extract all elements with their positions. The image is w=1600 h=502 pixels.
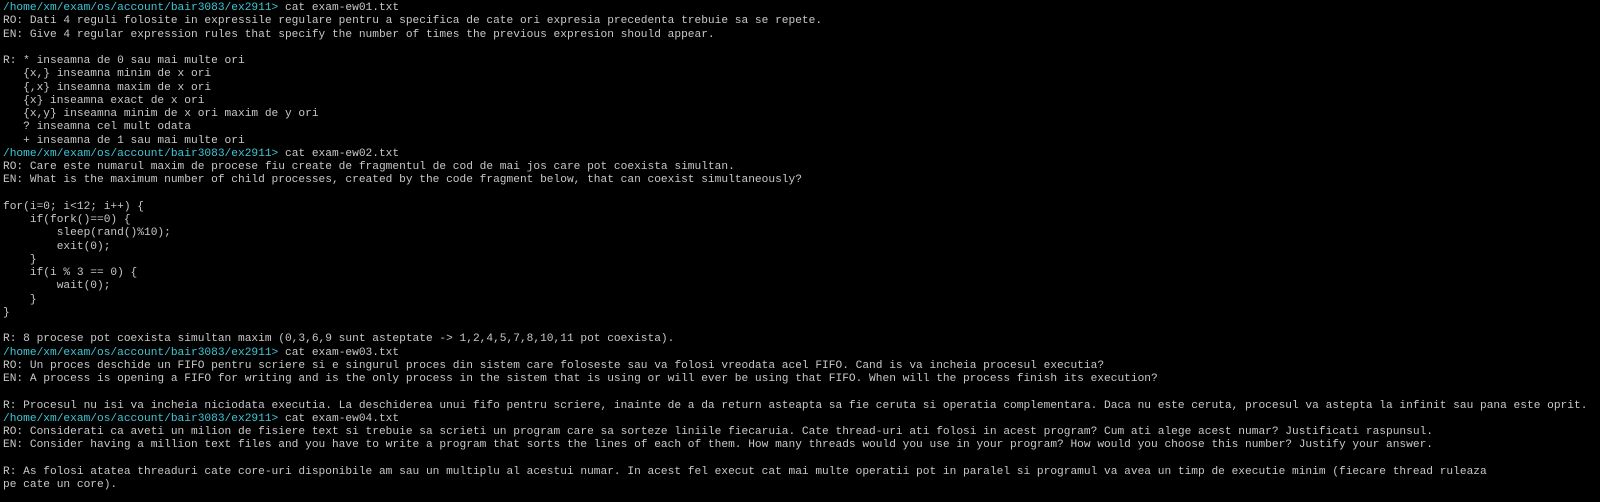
command-text: cat exam-ew04.txt	[278, 412, 400, 425]
output-line: sleep(rand()%10);	[3, 227, 171, 240]
output-line: {x} inseamna exact de x ori	[3, 94, 205, 107]
command-line: /home/xm/exam/os/account/bair3083/ex2911…	[3, 2, 1600, 15]
output-line: pe cate un core).	[3, 479, 118, 491]
output-line: if(i % 3 == 0) {	[3, 267, 138, 279]
output-line: RO: Care este numarul maxim de procese f…	[3, 161, 735, 173]
output-line: EN: What is the maximum number of child …	[3, 174, 802, 187]
output-line: RO: Dati 4 reguli folosite in expressile…	[3, 15, 823, 28]
output-line: R: Procesul nu isi va incheia niciodata …	[3, 399, 1588, 412]
output-line: }	[3, 293, 37, 306]
output-line: wait(0);	[3, 280, 111, 293]
command-text: cat exam-ew01.txt	[278, 2, 400, 14]
shell-prompt: /home/xm/exam/os/account/bair3083/ex2911…	[3, 2, 279, 14]
command-line: /home/xm/exam/os/account/bair3083/ex2911…	[3, 413, 1600, 426]
output-line: R: * inseamna de 0 sau mai multe ori	[3, 55, 245, 67]
output-line: ? inseamna cel mult odata	[3, 121, 191, 134]
output-line: R: 8 procese pot coexista simultan maxim…	[3, 333, 675, 346]
output-line: + inseamna de 1 sau mai multe ori	[3, 134, 245, 147]
command-text: cat exam-ew03.txt	[278, 346, 400, 359]
output-line: {x,y} inseamna minim de x ori maxim de y…	[3, 108, 319, 120]
output-line: {,x} inseamna maxim de x ori	[3, 81, 212, 94]
output-line: EN: Give 4 regular expression rules that…	[3, 28, 715, 41]
output-line: for(i=0; i<12; i++) {	[3, 200, 144, 213]
output-line: }	[3, 306, 10, 319]
output-line: RO: Considerati ca aveti un milion de fi…	[3, 426, 1433, 438]
command-line: /home/xm/exam/os/account/bair3083/ex2911…	[3, 148, 1600, 161]
command-text: cat exam-ew02.txt	[278, 147, 400, 160]
terminal-window[interactable]: /home/xm/exam/os/account/bair3083/ex2911…	[0, 0, 1600, 502]
output-line: exit(0);	[3, 240, 111, 253]
output-line: EN: Consider having a million text files…	[3, 439, 1433, 452]
command-line: /home/xm/exam/os/account/bair3083/ex2911…	[3, 347, 1600, 360]
shell-prompt: /home/xm/exam/os/account/bair3083/ex2911…	[3, 346, 279, 359]
output-line: R: As folosi atatea threaduri cate core-…	[3, 465, 1487, 478]
shell-prompt: /home/xm/exam/os/account/bair3083/ex2911…	[3, 412, 279, 425]
output-line: if(fork()==0) {	[3, 214, 131, 226]
output-line: }	[3, 253, 37, 266]
output-line: EN: A process is opening a FIFO for writ…	[3, 373, 1158, 385]
output-line: RO: Un proces deschide un FIFO pentru sc…	[3, 359, 1105, 372]
shell-prompt: /home/xm/exam/os/account/bair3083/ex2911…	[3, 147, 279, 160]
output-line: {x,} inseamna minim de x ori	[3, 68, 212, 81]
